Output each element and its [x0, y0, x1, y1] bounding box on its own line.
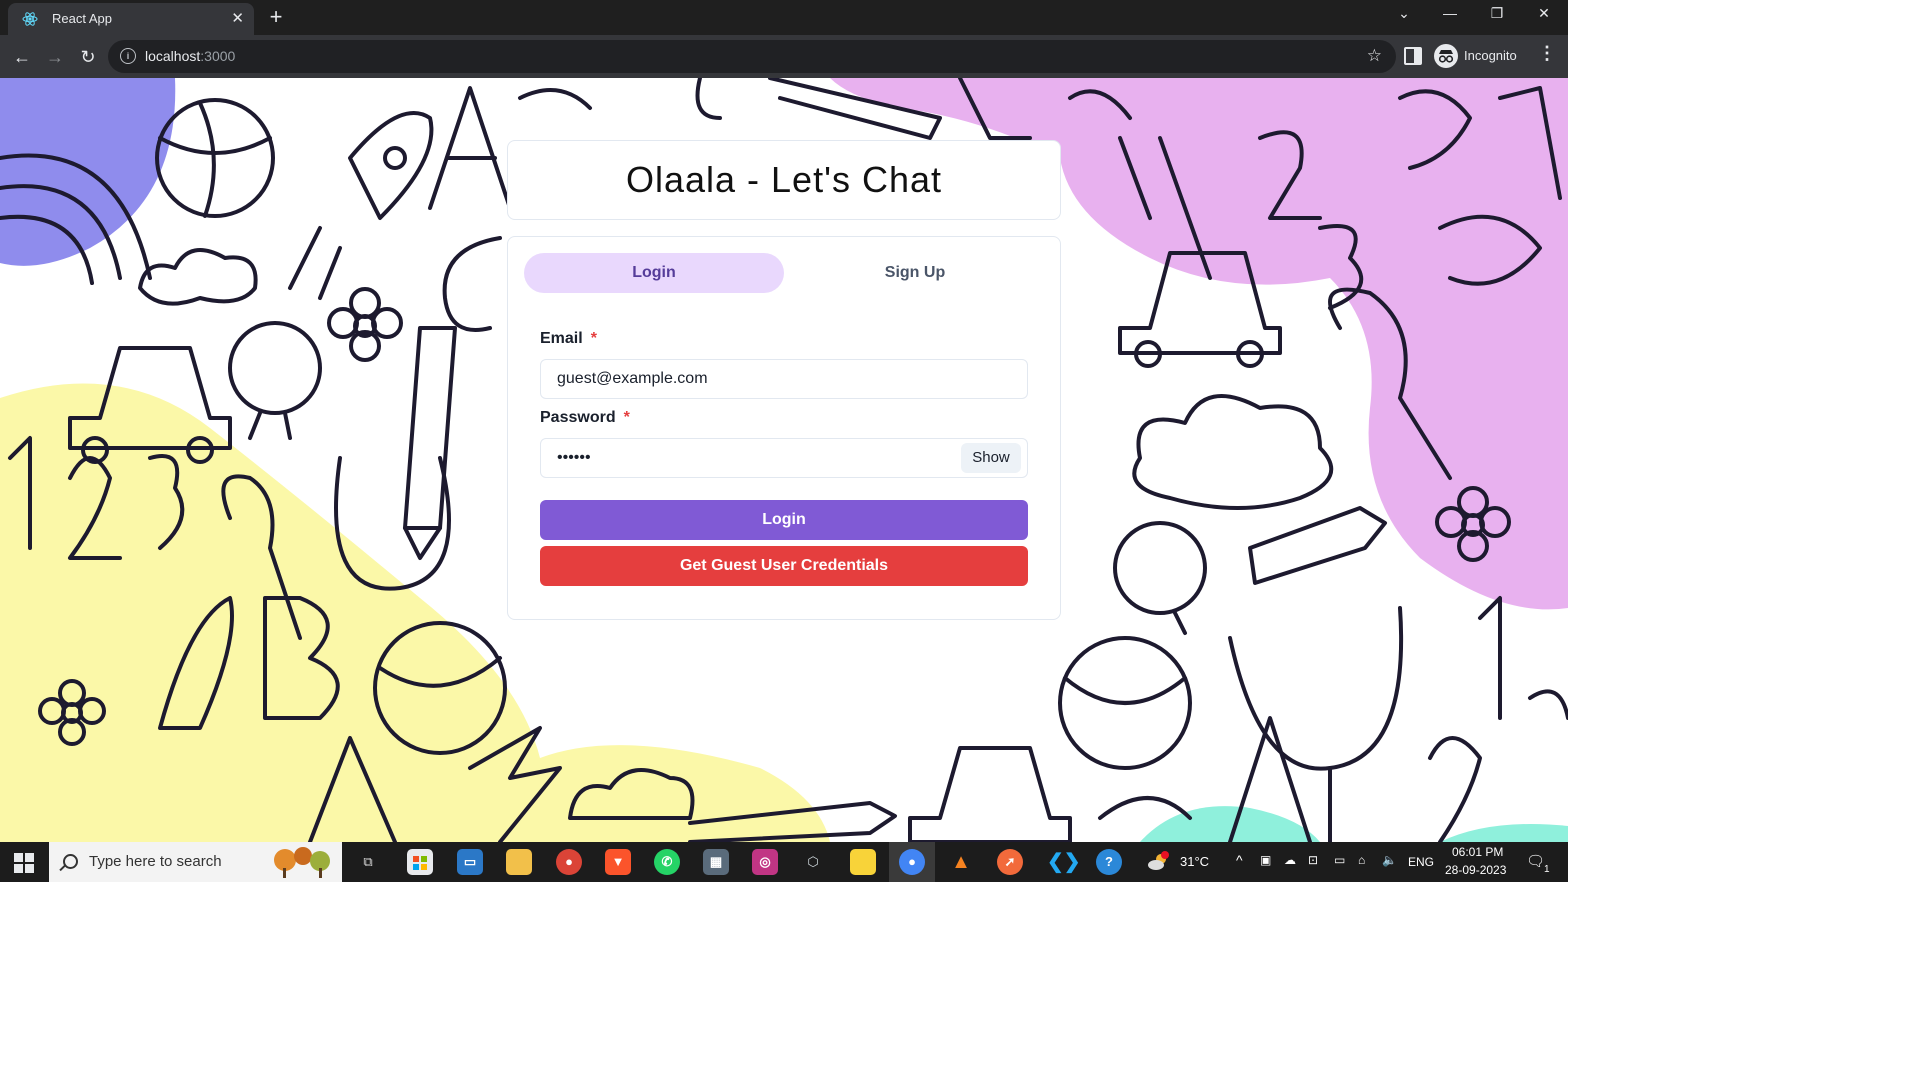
show-hidden-icons-chevron-icon[interactable]: ^: [1236, 852, 1243, 868]
tab-sign-up[interactable]: Sign Up: [785, 253, 1045, 293]
app-header-card: Olaala - Let's Chat: [507, 140, 1061, 220]
back-icon[interactable]: ←: [9, 44, 35, 70]
chrome-active-icon[interactable]: ●: [899, 849, 925, 875]
virtualbox-icon[interactable]: ⬡: [800, 849, 826, 875]
volume-icon[interactable]: 🔈: [1382, 853, 1397, 867]
app-page: Olaala - Let's Chat Login Sign Up Email *…: [0, 78, 1568, 842]
battery-icon[interactable]: ▭: [1334, 853, 1345, 867]
postman-icon[interactable]: ➚: [997, 849, 1023, 875]
restore-button[interactable]: ❐: [1477, 5, 1517, 22]
tab-title: React App: [52, 11, 112, 26]
tab-login[interactable]: Login: [524, 253, 784, 293]
language-indicator[interactable]: ENG: [1408, 855, 1434, 869]
auth-tabs: Login Sign Up: [524, 253, 1045, 295]
password-required-mark: *: [623, 409, 630, 426]
file-explorer-icon[interactable]: [506, 849, 532, 875]
menu-kebab-icon[interactable]: ⋮: [1538, 43, 1556, 64]
clock-time[interactable]: 06:01 PM: [1452, 845, 1503, 859]
email-field[interactable]: guest@example.com: [540, 359, 1028, 399]
react-icon: [22, 12, 38, 26]
remote-desktop-icon[interactable]: ▭: [457, 849, 483, 875]
forward-icon[interactable]: →: [42, 44, 68, 70]
close-window-button[interactable]: ✕: [1524, 5, 1564, 22]
help-icon[interactable]: ?: [1096, 849, 1122, 875]
instagram-icon[interactable]: ◎: [752, 849, 778, 875]
show-password-button[interactable]: Show: [961, 443, 1021, 473]
vscode-icon[interactable]: ❮❯: [1047, 849, 1081, 875]
guest-credentials-button[interactable]: Get Guest User Credentials: [540, 546, 1028, 586]
whatsapp-icon[interactable]: ✆: [654, 849, 680, 875]
notification-count-badge: 1: [1544, 864, 1550, 875]
incognito-profile-button[interactable]: Incognito: [1432, 41, 1524, 71]
search-highlight-art-icon: [274, 847, 330, 878]
vlc-icon[interactable]: ▲: [948, 849, 974, 875]
sticky-notes-icon[interactable]: [850, 849, 876, 875]
new-tab-button[interactable]: +: [262, 4, 290, 30]
url-text: localhost:3000: [145, 48, 236, 64]
onedrive-icon[interactable]: ☁: [1284, 853, 1296, 867]
incognito-icon: [1434, 44, 1458, 68]
tab-close-icon[interactable]: ✕: [231, 9, 244, 27]
meet-now-icon[interactable]: ▣: [1260, 853, 1271, 867]
notifications-icon[interactable]: 🗨: [1526, 852, 1545, 870]
task-view-icon[interactable]: ⧉: [355, 849, 381, 875]
wifi-icon[interactable]: ⌂: [1358, 853, 1365, 867]
email-label: Email *: [540, 330, 597, 347]
auth-card: Login Sign Up Email * guest@example.com P…: [507, 236, 1061, 620]
incognito-label: Incognito: [1464, 48, 1517, 63]
app-title: Olaala - Let's Chat: [625, 159, 943, 200]
search-placeholder: Type here to search: [89, 853, 222, 870]
site-info-icon[interactable]: i: [120, 48, 136, 64]
microsoft-store-icon[interactable]: [407, 849, 433, 875]
password-label: Password *: [540, 409, 630, 426]
address-bar[interactable]: i localhost:3000 ☆: [108, 40, 1396, 73]
minimize-button[interactable]: —: [1430, 5, 1470, 21]
browser-toolbar: ← → ↻ i localhost:3000 ☆ Incognito ⋮: [0, 35, 1568, 78]
search-icon: [63, 854, 78, 869]
clock-date[interactable]: 28-09-2023: [1445, 863, 1506, 877]
chrome-profile-icon[interactable]: ●: [556, 849, 582, 875]
password-value: ••••••: [557, 449, 591, 466]
login-button[interactable]: Login: [540, 500, 1028, 540]
taskbar-search-box[interactable]: Type here to search: [49, 842, 342, 882]
side-panel-icon[interactable]: [1404, 47, 1422, 65]
temperature-text: 31°C: [1180, 854, 1210, 869]
brave-browser-icon[interactable]: ▼: [605, 849, 631, 875]
email-required-mark: *: [590, 330, 597, 347]
calculator-icon[interactable]: ▦: [703, 849, 729, 875]
browser-tab[interactable]: React App ✕: [8, 3, 254, 35]
weather-icon[interactable]: [1146, 850, 1170, 874]
windows-start-icon[interactable]: [14, 853, 34, 873]
tab-search-icon[interactable]: ⌄: [1384, 5, 1424, 22]
windows-taskbar: Type here to search ⧉ ▭ ● ▼ ✆ ▦ ◎ ⬡ ● ▲ …: [0, 842, 1568, 882]
password-field[interactable]: •••••• Show: [540, 438, 1028, 478]
reload-icon[interactable]: ↻: [75, 44, 101, 70]
bookmark-star-icon[interactable]: ☆: [1367, 46, 1382, 66]
browser-titlebar: React App ✕ + ⌄ — ❐ ✕: [0, 0, 1568, 35]
network-status-icon[interactable]: ⊡: [1308, 853, 1318, 867]
